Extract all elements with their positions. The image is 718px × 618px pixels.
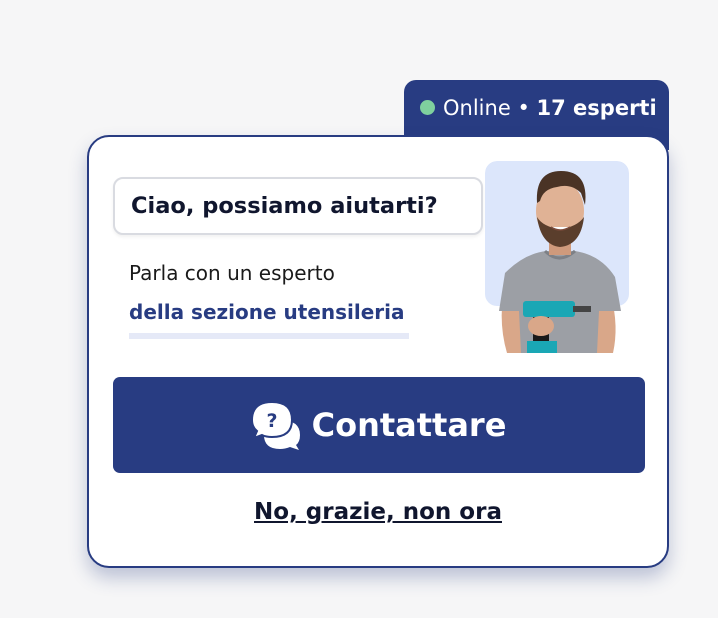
subtitle-text: Parla con un esperto bbox=[129, 261, 335, 285]
expert-photo bbox=[485, 161, 629, 353]
department-link[interactable]: della sezione utensileria bbox=[129, 300, 405, 324]
link-underline bbox=[129, 333, 409, 339]
svg-text:?: ? bbox=[266, 410, 277, 432]
contact-button-label: Contattare bbox=[311, 406, 507, 444]
contact-button[interactable]: ? Contattare bbox=[113, 377, 645, 473]
dismiss-link[interactable]: No, grazie, non ora bbox=[89, 499, 667, 525]
chat-bubbles-question-icon: ? bbox=[251, 400, 300, 450]
status-separator: • bbox=[517, 96, 530, 120]
online-label: Online bbox=[443, 96, 511, 120]
greeting-bubble: Ciao, possiamo aiutarti? bbox=[113, 177, 483, 235]
experts-count: 17 esperti bbox=[536, 96, 657, 120]
online-dot-icon bbox=[420, 100, 435, 115]
expert-chat-widget: Ciao, possiamo aiutarti? Parla con un es… bbox=[87, 135, 669, 568]
